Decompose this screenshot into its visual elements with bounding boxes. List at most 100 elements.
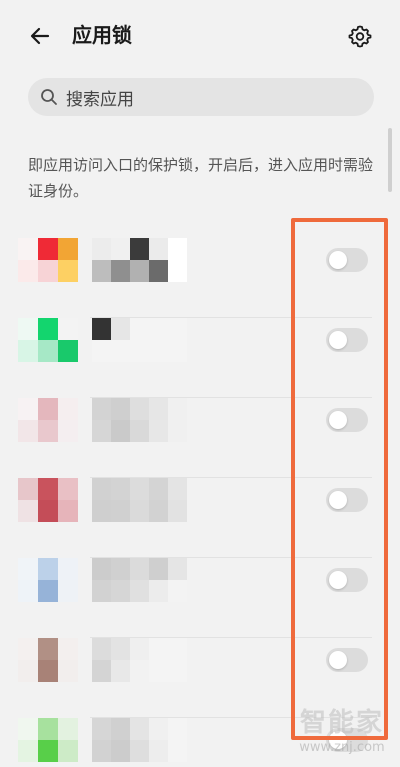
- pixel-block: [58, 558, 78, 580]
- arrow-left-icon: [30, 27, 50, 45]
- pixel-block: [92, 260, 111, 282]
- watermark: 智能家 www.znj.com: [292, 706, 392, 762]
- pixel-block: [130, 260, 149, 282]
- pixel-block: [130, 318, 149, 340]
- pixel-block: [130, 340, 149, 362]
- pixel-block: [58, 398, 78, 420]
- pixel-block: [149, 500, 168, 522]
- pixel-block: [111, 340, 130, 362]
- pixel-block: [111, 660, 130, 682]
- pixel-block: [58, 340, 78, 362]
- pixel-block: [92, 398, 111, 420]
- pixel-block: [130, 420, 149, 442]
- pixel-block: [168, 340, 187, 362]
- pixel-block: [92, 420, 111, 442]
- pixel-block: [92, 318, 111, 340]
- pixel-block: [130, 740, 149, 762]
- pixel-block: [38, 260, 58, 282]
- pixel-block: [18, 740, 38, 762]
- pixel-block: [168, 260, 187, 282]
- pixel-block: [168, 558, 187, 580]
- pixel-block: [58, 260, 78, 282]
- pixel-block: [130, 500, 149, 522]
- pixel-block: [18, 420, 38, 442]
- pixel-block: [58, 420, 78, 442]
- pixel-block: [149, 398, 168, 420]
- pixel-block: [130, 580, 149, 602]
- app-name-pixelated: [92, 398, 242, 442]
- pixel-block: [149, 318, 168, 340]
- pixel-block: [92, 558, 111, 580]
- back-button[interactable]: [22, 18, 58, 54]
- pixel-block: [38, 558, 58, 580]
- pixel-block: [38, 318, 58, 340]
- toggle-highlight-box: [291, 218, 388, 740]
- app-name-pixelated: [92, 638, 242, 682]
- pixel-block: [149, 340, 168, 362]
- pixel-block: [92, 718, 111, 740]
- pixel-block: [38, 478, 58, 500]
- pixel-block: [38, 398, 58, 420]
- pixel-block: [92, 660, 111, 682]
- pixel-block: [130, 660, 149, 682]
- pixel-block: [58, 238, 78, 260]
- pixel-block: [38, 238, 58, 260]
- pixel-block: [18, 318, 38, 340]
- pixel-block: [149, 420, 168, 442]
- search-placeholder: 搜索应用: [66, 89, 134, 110]
- pixel-block: [18, 660, 38, 682]
- app-icon-pixelated: [18, 558, 78, 602]
- pixel-block: [92, 638, 111, 660]
- app-icon-pixelated: [18, 478, 78, 522]
- pixel-block: [111, 500, 130, 522]
- pixel-block: [111, 558, 130, 580]
- pixel-block: [111, 398, 130, 420]
- search-bar[interactable]: 搜索应用: [28, 78, 374, 116]
- pixel-block: [130, 558, 149, 580]
- pixel-block: [149, 740, 168, 762]
- pixel-block: [92, 580, 111, 602]
- pixel-block: [111, 260, 130, 282]
- pixel-block: [130, 238, 149, 260]
- pixel-block: [168, 580, 187, 602]
- app-name-pixelated: [92, 238, 242, 282]
- pixel-block: [168, 500, 187, 522]
- pixel-block: [58, 478, 78, 500]
- pixel-block: [130, 398, 149, 420]
- pixel-block: [18, 340, 38, 362]
- pixel-block: [111, 718, 130, 740]
- app-icon-pixelated: [18, 398, 78, 442]
- app-name-pixelated: [92, 318, 242, 362]
- pixel-block: [149, 718, 168, 740]
- pixel-block: [92, 478, 111, 500]
- pixel-block: [38, 740, 58, 762]
- pixel-block: [58, 318, 78, 340]
- settings-button[interactable]: [342, 18, 378, 54]
- app-name-pixelated: [92, 478, 242, 522]
- pixel-block: [18, 718, 38, 740]
- pixel-block: [18, 558, 38, 580]
- pixel-block: [92, 500, 111, 522]
- pixel-block: [38, 660, 58, 682]
- pixel-block: [168, 398, 187, 420]
- pixel-block: [18, 580, 38, 602]
- pixel-block: [18, 238, 38, 260]
- pixel-block: [38, 340, 58, 362]
- app-name-pixelated: [92, 718, 242, 762]
- pixel-block: [130, 478, 149, 500]
- pixel-block: [149, 580, 168, 602]
- pixel-block: [38, 638, 58, 660]
- pixel-block: [130, 638, 149, 660]
- pixel-block: [58, 638, 78, 660]
- pixel-block: [111, 478, 130, 500]
- pixel-block: [18, 478, 38, 500]
- scrollbar[interactable]: [388, 128, 392, 192]
- app-icon-pixelated: [18, 238, 78, 282]
- pixel-block: [149, 260, 168, 282]
- pixel-block: [149, 660, 168, 682]
- pixel-block: [38, 500, 58, 522]
- pixel-block: [168, 740, 187, 762]
- pixel-block: [149, 238, 168, 260]
- pixel-block: [18, 260, 38, 282]
- pixel-block: [18, 500, 38, 522]
